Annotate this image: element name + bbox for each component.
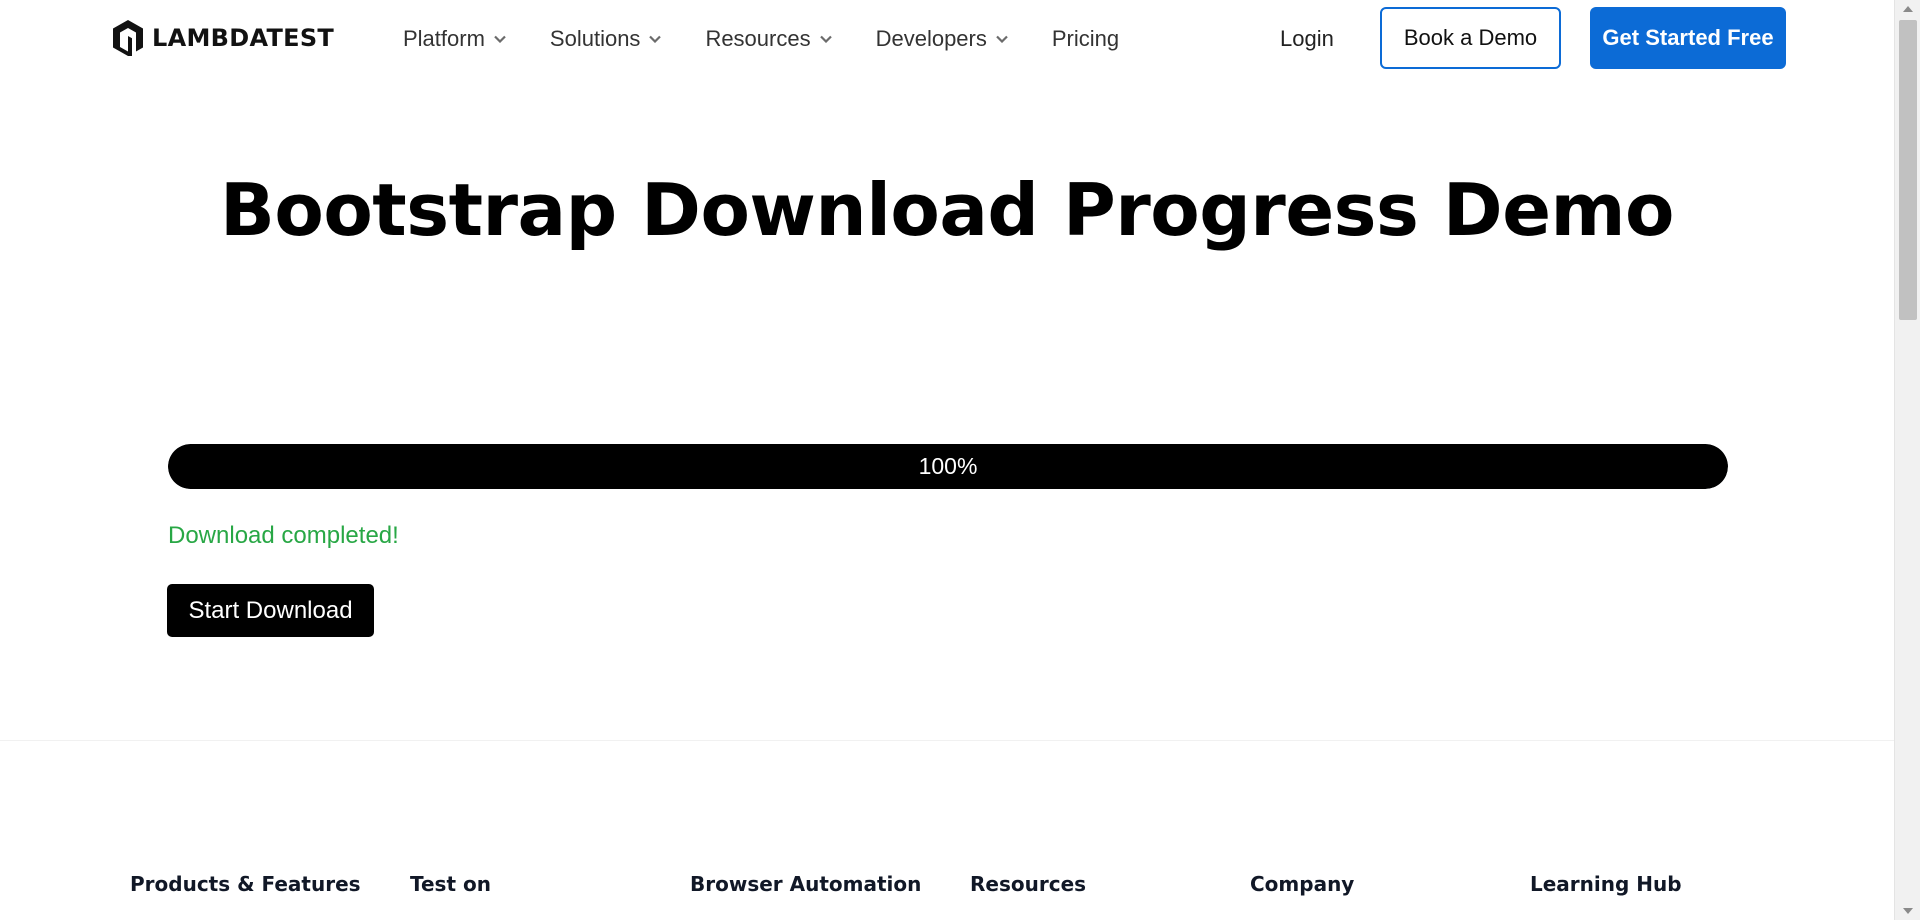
login-link[interactable]: Login xyxy=(1280,22,1334,56)
site-header: LAMBDATEST Platform Solutions Resources … xyxy=(0,0,1894,78)
footer-heading-company: Company xyxy=(1250,872,1355,896)
nav-item-label: Pricing xyxy=(1051,26,1120,51)
page: LAMBDATEST Platform Solutions Resources … xyxy=(0,0,1894,920)
footer-heading-test-on: Test on xyxy=(410,872,491,896)
nav-item-label: Resources xyxy=(705,26,811,51)
download-status-text: Download completed! xyxy=(168,522,399,549)
chevron-down-icon xyxy=(996,35,1008,43)
logo-text: LAMBDATEST xyxy=(152,24,335,52)
footer-heading-products-features: Products & Features xyxy=(130,872,361,896)
get-started-free-button[interactable]: Get Started Free xyxy=(1590,7,1786,69)
scrollbar-thumb[interactable] xyxy=(1899,20,1917,320)
progress-label: 100% xyxy=(918,453,978,479)
nav-item-resources[interactable]: Resources xyxy=(705,22,832,56)
footer-heading-resources: Resources xyxy=(970,872,1087,896)
download-progress-bar: 100% xyxy=(168,444,1728,489)
main-nav: Platform Solutions Resources Developers … xyxy=(403,22,1163,56)
footer-heading-learning-hub: Learning Hub xyxy=(1530,872,1682,896)
scroll-down-icon[interactable] xyxy=(1903,908,1913,914)
lambdatest-logo-icon xyxy=(113,20,143,56)
nav-item-platform[interactable]: Platform xyxy=(403,22,506,56)
site-footer: Products & Features Test on Browser Auto… xyxy=(0,740,1894,920)
logo[interactable]: LAMBDATEST xyxy=(110,18,334,58)
chevron-down-icon xyxy=(494,35,506,43)
chevron-down-icon xyxy=(819,35,832,43)
chevron-down-icon xyxy=(649,35,662,43)
book-demo-button[interactable]: Book a Demo xyxy=(1380,7,1561,69)
nav-item-solutions[interactable]: Solutions xyxy=(550,22,662,56)
nav-item-label: Solutions xyxy=(549,26,641,51)
scroll-up-icon[interactable] xyxy=(1903,6,1913,12)
nav-item-label: Developers xyxy=(875,26,987,51)
start-download-button[interactable]: Start Download xyxy=(167,584,374,637)
nav-item-developers[interactable]: Developers xyxy=(876,22,1008,56)
page-title: Bootstrap Download Progress Demo xyxy=(219,168,1675,252)
page-scrollbar[interactable] xyxy=(1894,0,1920,920)
footer-heading-browser-automation: Browser Automation xyxy=(690,872,922,896)
nav-item-label: Platform xyxy=(403,26,485,51)
nav-item-pricing[interactable]: Pricing xyxy=(1052,22,1119,56)
